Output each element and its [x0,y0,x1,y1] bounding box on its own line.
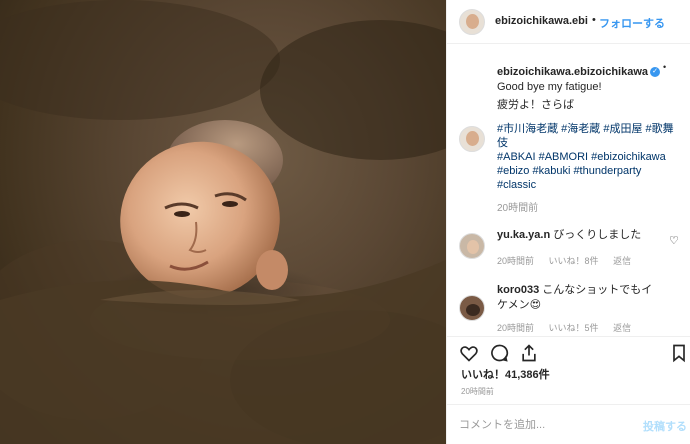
comment-time[interactable]: 20時間前 [497,323,534,333]
likes-count[interactable]: いいね！41,386件 [461,366,550,382]
verified-badge-icon: ✓ [650,67,660,77]
hashtag-line[interactable]: #classic [497,178,536,192]
comment-like-icon[interactable]: ♡ [669,234,679,247]
comment-username[interactable]: koro033 [497,284,539,296]
avatar-face [467,240,479,254]
caption-dot: • [663,62,667,72]
avatar-face [466,14,479,29]
commenter-avatar[interactable] [459,233,485,259]
action-bar [447,336,690,368]
post-sidebar: ebizoichikawa.ebi • フォローする ebizoichikawa… [446,0,690,444]
commenter-avatar[interactable] [459,295,485,321]
reply-button[interactable]: 返信 [613,256,631,266]
hashtag-line[interactable]: #ABKAI #ABMORI #ebizoichikawa [497,150,666,164]
comment-icon[interactable] [489,343,509,363]
post-timestamp[interactable]: 20時間前 [461,386,494,397]
author-avatar[interactable] [459,9,485,35]
author-username[interactable]: ebizoichikawa.ebi [495,15,588,27]
comment-form: 投稿する [447,404,690,444]
caption-line-2: 疲労よ！さらば [497,99,574,111]
comment-likes[interactable]: いいね！5件 [549,323,599,333]
comment-text: yu.ka.ya.n びっくりしました [497,228,662,243]
hashtag-line[interactable]: #ebizo #kabuki #thunderparty [497,164,641,178]
comment-input[interactable] [459,417,629,433]
instagram-post: ebizoichikawa.ebi • フォローする ebizoichikawa… [0,0,690,444]
caption-avatar[interactable] [459,126,485,152]
comment-body: びっくりしました [553,229,642,241]
avatar-face [466,131,479,146]
hashtag-line[interactable]: 伎 [497,136,508,150]
avatar-face [466,304,480,316]
post-photo[interactable] [0,0,446,444]
post-comment-button[interactable]: 投稿する [643,418,687,434]
bookmark-icon[interactable] [669,343,689,363]
follow-button[interactable]: フォローする [599,15,665,31]
comment-username[interactable]: yu.ka.ya.n [497,229,550,241]
caption-timestamp[interactable]: 20時間前 [497,199,538,214]
header-separator: • [592,14,596,26]
comment-meta: 20時間前 いいね！8件 返信 [497,254,643,267]
comment-body-2: ケメン😍 [497,299,542,311]
post-header: ebizoichikawa.ebi • フォローする [447,0,690,44]
hashtag-line[interactable]: #市川海老蔵 #海老蔵 #成田屋 #歌舞 [497,122,674,136]
caption-username[interactable]: ebizoichikawa.ebizoichikawa [497,66,648,78]
caption-line-1: Good bye my fatigue! [497,81,602,93]
photo-illustration [0,0,446,444]
comment-body: こんなショットでもイ [542,284,653,296]
comment-meta: 20時間前 いいね！5件 返信 [497,321,643,334]
heart-icon[interactable] [459,343,479,363]
comment-likes[interactable]: いいね！8件 [549,256,599,266]
comment-text: koro033 こんなショットでもイ ケメン😍 [497,283,662,313]
reply-button[interactable]: 返信 [613,323,631,333]
comment-time[interactable]: 20時間前 [497,256,534,266]
share-icon[interactable] [519,343,539,363]
